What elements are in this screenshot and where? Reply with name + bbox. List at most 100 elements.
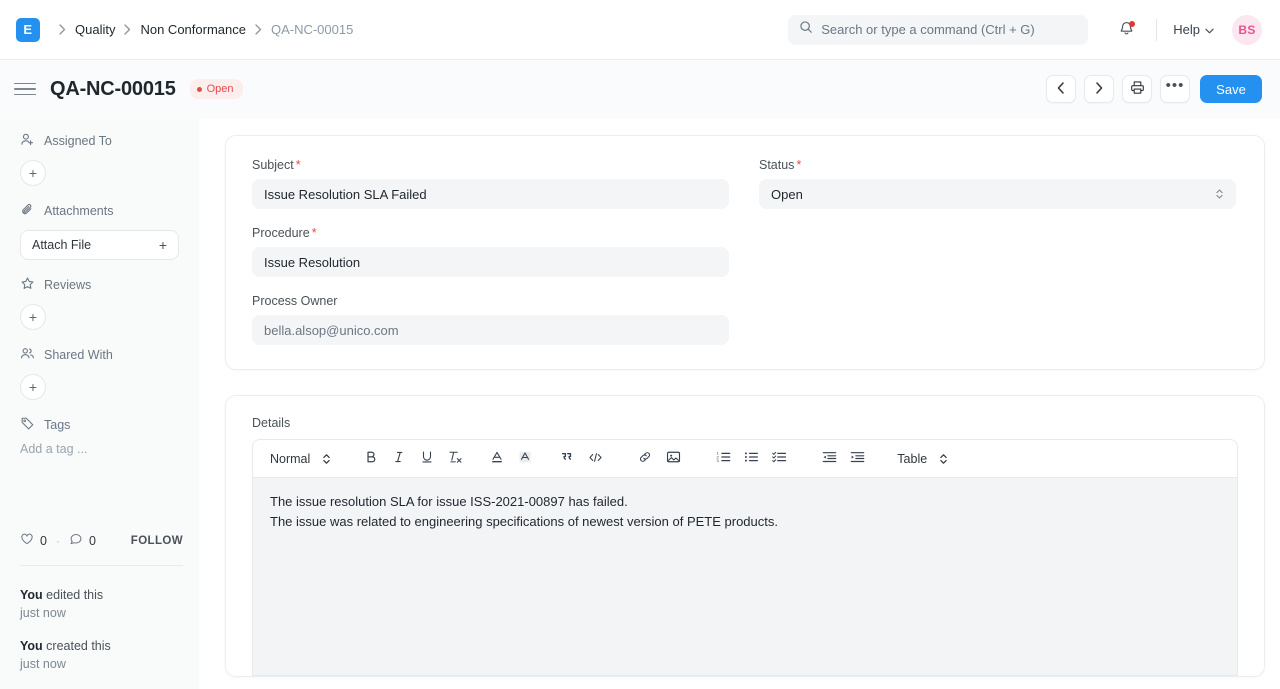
- notification-dot: [1129, 21, 1135, 27]
- comment-count[interactable]: 0: [69, 532, 96, 549]
- task-list-icon: [772, 450, 787, 467]
- clear-format-button[interactable]: [441, 446, 469, 472]
- rich-text-editor: Normal: [252, 439, 1238, 676]
- status-select[interactable]: Open: [759, 179, 1236, 209]
- procedure-input[interactable]: Issue Resolution: [252, 247, 729, 277]
- image-button[interactable]: [659, 446, 687, 472]
- attach-file-button[interactable]: Attach File +: [20, 230, 179, 260]
- more-actions-button[interactable]: •••: [1160, 75, 1190, 103]
- activity-item: You edited this just now: [20, 586, 187, 622]
- brand-logo-icon[interactable]: E: [16, 18, 40, 42]
- sidebar: Assigned To + Attachments Attach File +: [0, 118, 199, 689]
- sidebar-divider: [20, 565, 183, 566]
- text-style-value: Normal: [270, 452, 310, 466]
- chevron-updown-icon: [322, 452, 331, 466]
- tag-icon: [20, 416, 35, 434]
- underline-icon: [420, 450, 434, 467]
- link-button[interactable]: [631, 446, 659, 472]
- code-icon: [588, 451, 603, 467]
- navbar: E Quality Non Conformance QA-NC-00015 Se…: [0, 0, 1280, 60]
- heart-icon: [20, 532, 34, 549]
- bold-icon: [364, 450, 378, 467]
- indent-button[interactable]: [843, 446, 871, 472]
- add-assignee-button[interactable]: +: [20, 160, 46, 186]
- status-label: Status*: [759, 158, 1236, 172]
- required-marker: *: [796, 158, 801, 172]
- table-menu-select[interactable]: Table: [893, 452, 952, 466]
- plus-icon: +: [159, 237, 167, 253]
- help-menu-button[interactable]: Help: [1171, 18, 1216, 41]
- main-content: Subject* Issue Resolution SLA Failed Pro…: [199, 118, 1280, 689]
- avatar[interactable]: BS: [1232, 15, 1262, 45]
- subject-input[interactable]: Issue Resolution SLA Failed: [252, 179, 729, 209]
- procedure-label-text: Procedure: [252, 226, 310, 240]
- bullet-list-button[interactable]: [737, 446, 765, 472]
- search-icon: [799, 20, 813, 39]
- text-color-icon: [490, 450, 504, 467]
- editor-paragraph: The issue resolution SLA for issue ISS-2…: [270, 492, 1220, 512]
- save-button[interactable]: Save: [1200, 75, 1262, 103]
- breadcrumb-item-non-conformance[interactable]: Non Conformance: [140, 22, 246, 37]
- search-input[interactable]: Search or type a command (Ctrl + G): [788, 15, 1088, 45]
- task-list-button[interactable]: [765, 446, 793, 472]
- sidebar-toggle-icon[interactable]: [14, 83, 36, 96]
- star-icon: [20, 276, 35, 294]
- field-procedure: Procedure* Issue Resolution: [252, 226, 729, 277]
- sidebar-stats: 0 · 0 FOLLOW: [20, 532, 183, 549]
- app-root: E Quality Non Conformance QA-NC-00015 Se…: [0, 0, 1280, 689]
- page-header-actions: ••• Save: [1046, 75, 1262, 103]
- text-style-select[interactable]: Normal: [266, 452, 335, 466]
- editor-content[interactable]: The issue resolution SLA for issue ISS-2…: [252, 477, 1238, 676]
- sidebar-section-reviews: Reviews +: [20, 276, 183, 330]
- italic-button[interactable]: [385, 446, 413, 472]
- activity-log: You edited this just now You created thi…: [20, 586, 187, 689]
- attachments-header: Attachments: [20, 202, 183, 220]
- breadcrumb-item-quality[interactable]: Quality: [75, 22, 115, 37]
- underline-button[interactable]: [413, 446, 441, 472]
- outdent-icon: [822, 450, 837, 467]
- navbar-divider: [1156, 19, 1157, 41]
- blockquote-button[interactable]: [553, 446, 581, 472]
- chevron-updown-icon: [1215, 187, 1224, 201]
- bullet-list-icon: [744, 450, 759, 467]
- form-column-left: Subject* Issue Resolution SLA Failed Pro…: [252, 158, 729, 345]
- details-card: Details Normal: [225, 395, 1265, 677]
- add-tag-input[interactable]: Add a tag ...: [20, 442, 183, 456]
- shared-with-label: Shared With: [44, 348, 113, 362]
- bold-button[interactable]: [357, 446, 385, 472]
- print-button[interactable]: [1122, 75, 1152, 103]
- status-badge[interactable]: Open: [190, 79, 243, 99]
- activity-item: You created this just now: [20, 637, 187, 673]
- previous-document-button[interactable]: [1046, 75, 1076, 103]
- chevron-right-icon: [255, 24, 262, 35]
- outdent-button[interactable]: [815, 446, 843, 472]
- blockquote-icon: [560, 450, 574, 467]
- breadcrumb-item-current: QA-NC-00015: [271, 22, 353, 37]
- next-document-button[interactable]: [1084, 75, 1114, 103]
- printer-icon: [1130, 80, 1145, 98]
- page-title: QA-NC-00015: [50, 78, 176, 101]
- chevron-right-icon: [59, 24, 66, 35]
- process-owner-input[interactable]: bella.alsop@unico.com: [252, 315, 729, 345]
- notifications-button[interactable]: [1110, 14, 1142, 46]
- assigned-to-label: Assigned To: [44, 134, 112, 148]
- status-dot-icon: [197, 87, 202, 92]
- text-color-button[interactable]: [483, 446, 511, 472]
- field-process-owner: Process Owner bella.alsop@unico.com: [252, 294, 729, 345]
- chevron-down-icon: [1205, 22, 1214, 37]
- attach-file-label: Attach File: [32, 238, 91, 252]
- navbar-actions: Help BS: [1110, 14, 1262, 46]
- ordered-list-button[interactable]: 1 2 3: [709, 446, 737, 472]
- follow-button[interactable]: FOLLOW: [131, 535, 183, 547]
- like-count[interactable]: 0: [20, 532, 47, 549]
- indent-icon: [850, 450, 865, 467]
- add-shared-user-button[interactable]: +: [20, 374, 46, 400]
- clear-format-icon: [448, 450, 463, 467]
- svg-text:3: 3: [716, 458, 719, 463]
- highlight-button[interactable]: [511, 446, 539, 472]
- add-review-button[interactable]: +: [20, 304, 46, 330]
- details-label: Details: [252, 416, 1238, 430]
- code-button[interactable]: [581, 446, 609, 472]
- comment-count-value: 0: [89, 534, 96, 548]
- sidebar-section-tags: Tags Add a tag ...: [20, 416, 183, 456]
